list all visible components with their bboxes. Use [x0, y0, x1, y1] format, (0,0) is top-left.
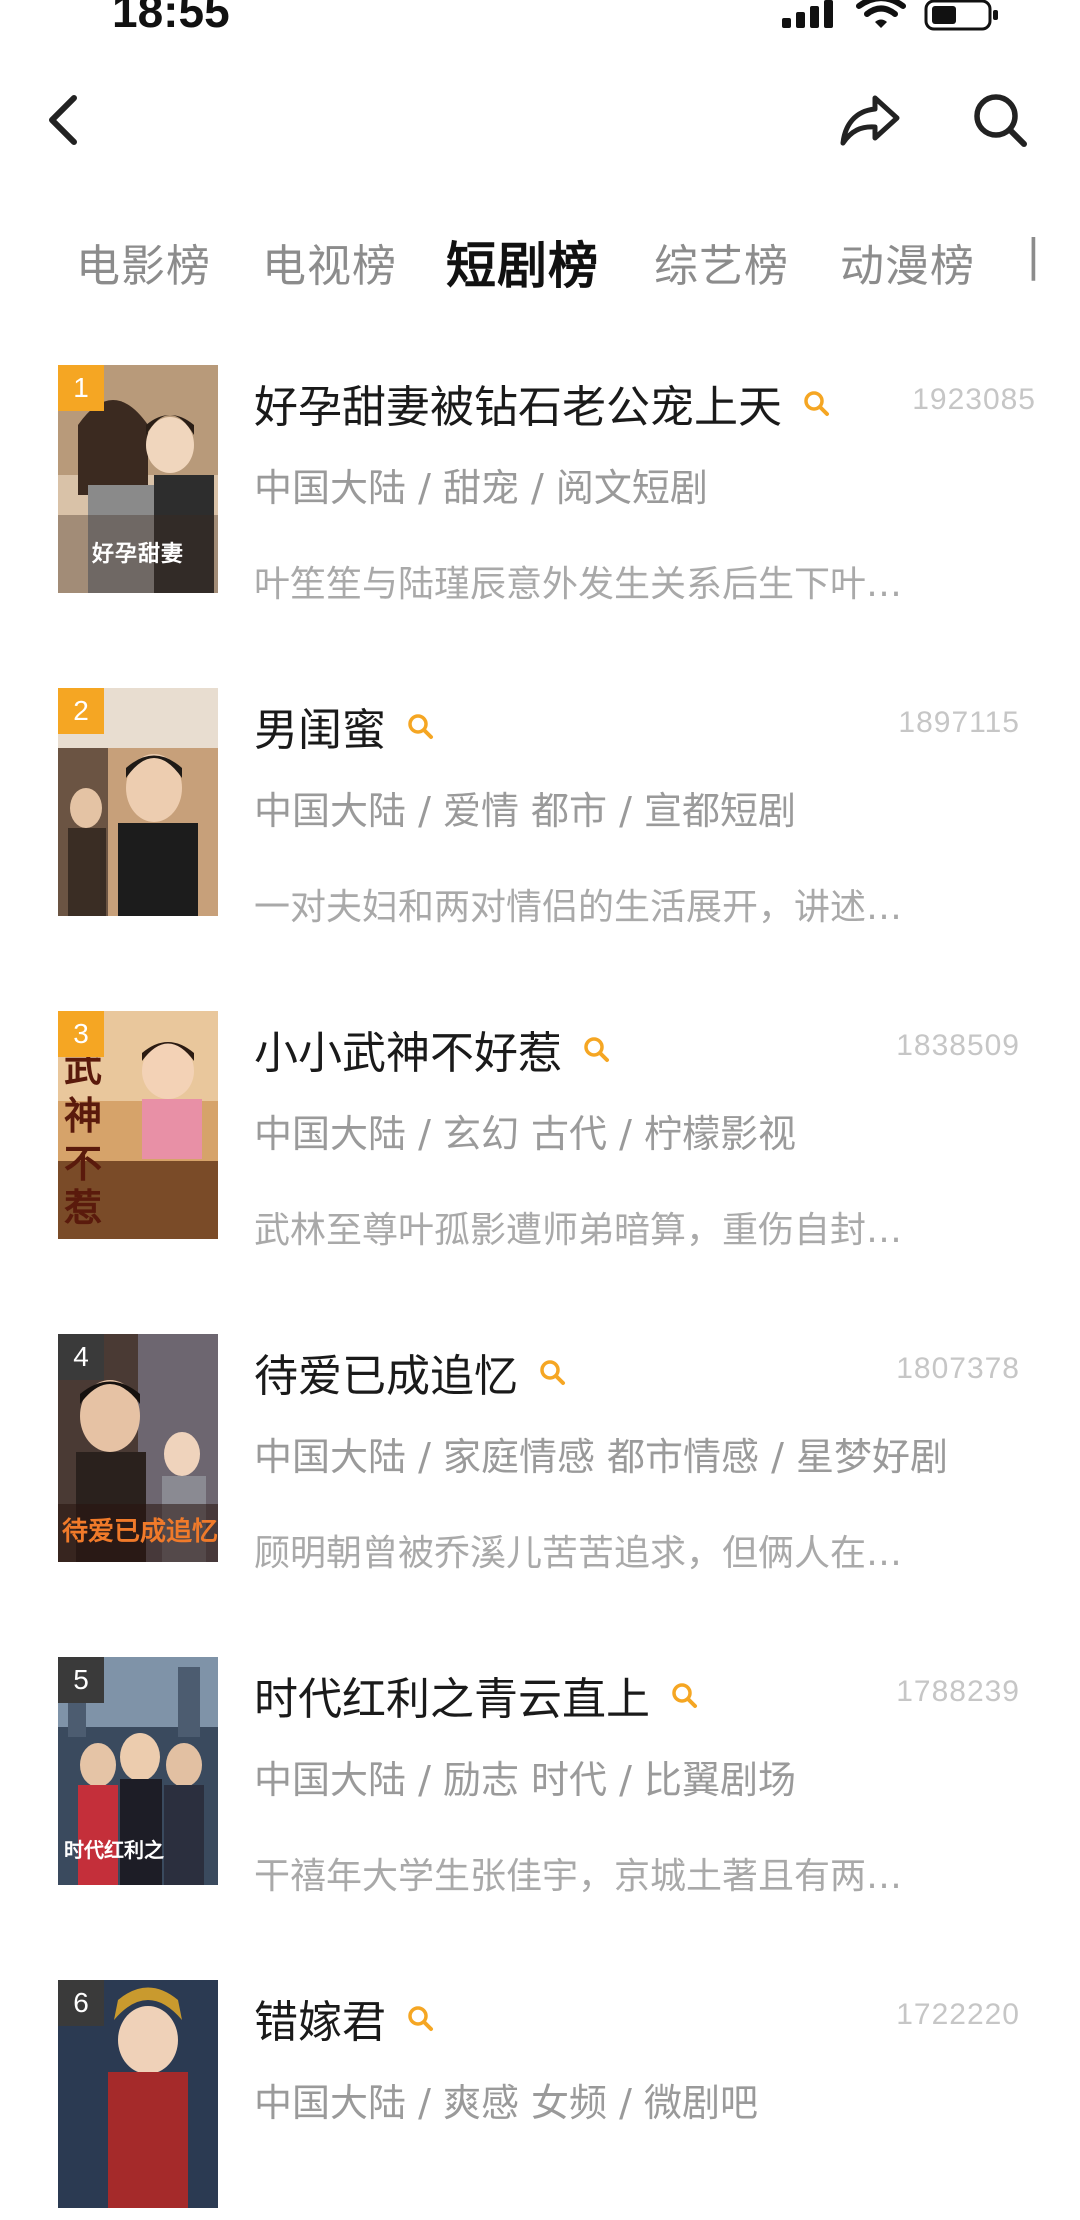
svg-text:神: 神: [64, 1093, 102, 1138]
share-button[interactable]: [830, 80, 910, 160]
item-score: 1897115: [898, 706, 1020, 739]
item-score: 1923085: [912, 383, 1036, 416]
svg-text:不: 不: [64, 1141, 102, 1186]
poster-image: 待爱已成追忆 4: [58, 1334, 218, 1562]
ranking-tabs: 电影榜 电视榜 短剧榜 综艺榜 动漫榜 |: [0, 230, 1040, 310]
signal-icon: [782, 0, 838, 34]
item-desc: 叶笙笙与陆瑾辰意外发生关系后生下叶…: [254, 564, 903, 605]
list-item[interactable]: 待爱已成追忆 4 待爱已成追忆 1807378 中国大陆 / 家庭情感 都市情感…: [0, 1334, 1080, 1574]
item-title: 待爱已成追忆: [254, 1340, 566, 1404]
list-item[interactable]: 6 错嫁君 1722220 中国大陆 / 爽感 女频 / 微剧吧: [0, 1980, 1080, 2220]
rank-badge: 4: [58, 1334, 104, 1380]
item-desc: 顾明朝曾被乔溪儿苦苦追求，但俩人在…: [254, 1533, 903, 1574]
item-title: 时代红利之青云直上: [254, 1663, 698, 1727]
item-score: 1722220: [896, 1998, 1020, 2031]
item-title-text: 小小武神不好惹: [254, 1028, 562, 1079]
item-score: 1838509: [896, 1029, 1020, 1062]
item-desc: 武林至尊叶孤影遭师弟暗算，重伤自封…: [254, 1210, 903, 1251]
item-score: 1788239: [896, 1675, 1020, 1708]
tab-short-drama[interactable]: 短剧榜: [446, 230, 599, 298]
rank-badge: 3: [58, 1011, 104, 1057]
item-meta: 中国大陆 / 爽感 女频 / 微剧吧: [254, 2081, 759, 2125]
tab-variety[interactable]: 综艺榜: [654, 230, 789, 294]
item-score: 1807378: [896, 1352, 1020, 1385]
rank-badge: 2: [58, 688, 104, 734]
list-item[interactable]: 好孕甜妻 1 好孕甜妻被钻石老公宠上天 1923085 中国大陆 / 甜宠 / …: [0, 365, 1080, 605]
tab-tv[interactable]: 电视榜: [262, 230, 397, 294]
poster-image: 好孕甜妻 1: [58, 365, 218, 593]
item-meta: 中国大陆 / 爱情 都市 / 宣都短剧: [254, 789, 797, 833]
item-meta: 中国大陆 / 玄幻 古代 / 柠檬影视: [254, 1112, 797, 1156]
search-icon[interactable]: [802, 389, 830, 417]
item-title-text: 时代红利之青云直上: [254, 1674, 650, 1725]
chevron-left-icon: [49, 95, 77, 145]
share-arrow-icon: [840, 95, 900, 146]
poster-caption: 好孕甜妻: [58, 534, 218, 569]
list-item[interactable]: 武 神 不 惹 3 小小武神不好惹 1838509 中国大陆 / 玄幻 古代 /…: [0, 1011, 1080, 1251]
item-meta: 中国大陆 / 甜宠 / 阅文短剧: [254, 466, 708, 510]
item-title: 错嫁君: [254, 1986, 434, 2050]
rank-badge: 1: [58, 365, 104, 411]
item-title-text: 待爱已成追忆: [254, 1351, 518, 1402]
item-title-text: 好孕甜妻被钻石老公宠上天: [254, 382, 782, 433]
list-item[interactable]: 2 男闺蜜 1897115 中国大陆 / 爱情 都市 / 宣都短剧 一对夫妇和两…: [0, 688, 1080, 928]
wifi-icon: [856, 0, 906, 34]
rank-badge: 5: [58, 1657, 104, 1703]
svg-text:时代红利之: 时代红利之: [64, 1838, 164, 1862]
item-desc: 干禧年大学生张佳宇，京城土著且有两…: [254, 1856, 903, 1897]
status-icons: [782, 0, 1000, 36]
poster-title-text: 好孕甜妻: [91, 541, 184, 567]
poster-image: 时代红利之 5: [58, 1657, 218, 1885]
search-icon[interactable]: [406, 2004, 434, 2032]
item-desc: 一对夫妇和两对情侣的生活展开，讲述…: [254, 887, 903, 928]
battery-icon: [924, 0, 1000, 36]
status-bar: 18:55: [0, 0, 1080, 40]
tab-movie[interactable]: 电影榜: [76, 230, 211, 294]
tab-overflow-indicator: |: [1026, 230, 1040, 281]
item-meta: 中国大陆 / 家庭情感 都市情感 / 星梦好剧: [254, 1435, 949, 1479]
poster-image: 武 神 不 惹 3: [58, 1011, 218, 1239]
item-meta: 中国大陆 / 励志 时代 / 比翼剧场: [254, 1758, 797, 1802]
search-icon: [974, 94, 1027, 147]
search-icon[interactable]: [670, 1681, 698, 1709]
tab-anime[interactable]: 动漫榜: [840, 230, 975, 294]
list-item[interactable]: 时代红利之 5 时代红利之青云直上 1788239 中国大陆 / 励志 时代 /…: [0, 1657, 1080, 1897]
item-title: 男闺蜜: [254, 694, 434, 758]
status-time: 18:55: [112, 0, 230, 37]
item-title-text: 男闺蜜: [254, 705, 386, 756]
poster-image: 2: [58, 688, 218, 916]
search-icon[interactable]: [538, 1358, 566, 1386]
item-title-text: 错嫁君: [254, 1997, 386, 2048]
svg-text:待爱已成追忆: 待爱已成追忆: [62, 1516, 218, 1547]
nav-bar: [0, 80, 1080, 160]
search-button[interactable]: [960, 80, 1040, 160]
search-icon[interactable]: [406, 712, 434, 740]
item-title: 好孕甜妻被钻石老公宠上天: [254, 371, 830, 435]
rank-badge: 6: [58, 1980, 104, 2026]
item-title: 小小武神不好惹: [254, 1017, 610, 1081]
back-button[interactable]: [24, 80, 104, 160]
poster-image: 6: [58, 1980, 218, 2208]
search-icon[interactable]: [582, 1035, 610, 1063]
svg-text:惹: 惹: [64, 1185, 102, 1230]
